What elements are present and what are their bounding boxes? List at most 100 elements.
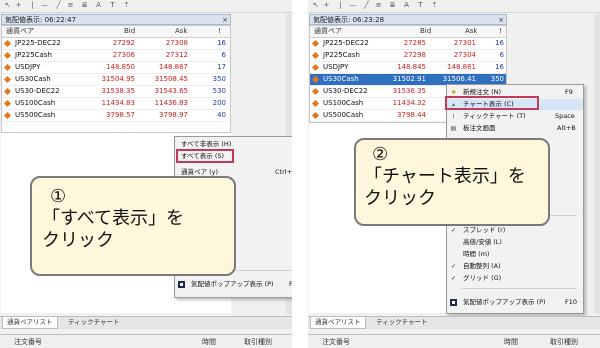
bid-cell: 27285 <box>403 39 426 47</box>
symbol-cell: US500Cash <box>15 111 56 119</box>
col-ask[interactable]: Ask <box>175 26 188 37</box>
terminal-header: 注文番号 時間 取引種別 <box>308 334 600 348</box>
channel-icon[interactable]: ≡ <box>374 1 383 10</box>
tab-tick-chart[interactable]: ティックチャート <box>372 317 432 328</box>
crosshair-icon[interactable]: + <box>322 1 331 10</box>
col-order-no[interactable]: 注文番号 <box>14 337 42 347</box>
cursor-icon[interactable]: ↖ <box>3 1 12 10</box>
arrow-icon[interactable]: ⇡ <box>430 1 439 10</box>
instruction-callout-1: ① 「すべて表示」を クリック <box>30 176 236 276</box>
table-row[interactable]: USDJPY 148.845 148.861 16 <box>310 62 506 74</box>
col-spread[interactable]: ! <box>499 26 502 37</box>
symbol-diamond-icon <box>3 111 12 120</box>
col-type[interactable]: 取引種別 <box>244 337 272 347</box>
callout-text: 「チャート表示」を クリック <box>364 166 526 209</box>
menu-item-grid[interactable]: ✓ グリッド (G) <box>447 273 583 284</box>
trendline-icon[interactable]: ╱ <box>362 1 371 10</box>
table-row[interactable]: JP225-DEC22 27285 27301 16 <box>310 38 506 50</box>
col-time[interactable]: 時間 <box>504 337 518 347</box>
col-symbol[interactable]: 通貨ペア <box>314 26 342 37</box>
table-row[interactable]: US30-DEC22 31538.35 31543.65 530 <box>2 86 230 98</box>
bid-cell: 3798.57 <box>106 111 135 119</box>
check-icon: ✓ <box>450 275 457 282</box>
fibonacci-icon[interactable]: ≣ <box>388 1 397 10</box>
symbol-cell: US30Cash <box>15 75 51 83</box>
callout-text: 「すべて表示」を クリック <box>42 208 185 251</box>
ask-cell: 3798.97 <box>159 111 188 119</box>
crosshair-icon[interactable]: + <box>14 1 23 10</box>
symbol-diamond-icon <box>3 63 12 72</box>
depth-of-market-icon: ▤ <box>450 125 457 132</box>
text-icon[interactable]: A <box>402 1 411 10</box>
right-screenshot: ↖ + | — ╱ ≡ ≣ A T ⇡ 気配値表示: 06:23:28 × 通貨… <box>308 0 600 348</box>
label-icon[interactable]: T <box>108 1 117 10</box>
menu-item-tick-chart[interactable]: ⌇ ティックチャート (T) Space <box>447 111 583 122</box>
table-row[interactable]: US100Cash 11434.83 11436.83 200 <box>2 98 230 110</box>
tick-chart-icon: ⌇ <box>452 113 455 120</box>
bid-cell: 31538.35 <box>101 87 135 95</box>
ask-cell: 27304 <box>453 51 476 59</box>
spread-cell: 16 <box>217 39 226 47</box>
table-row[interactable]: JP225-DEC22 27292 27308 16 <box>2 38 230 50</box>
fibonacci-icon[interactable]: ≣ <box>80 1 89 10</box>
scrollbar[interactable] <box>594 14 600 314</box>
tab-tick-chart[interactable]: ティックチャート <box>64 317 124 328</box>
table-row[interactable]: USDJPY 148.850 148.867 17 <box>2 62 230 74</box>
trendline-icon[interactable]: ╱ <box>54 1 63 10</box>
label-icon[interactable]: T <box>416 1 425 10</box>
symbol-cell: US100Cash <box>323 99 364 107</box>
menu-item-popup-prices[interactable]: ▪ 気配値ポップアップ表示 (P) F10 <box>447 297 583 308</box>
symbol-diamond-icon <box>311 51 320 60</box>
vertical-line-icon[interactable]: | <box>336 1 345 10</box>
horizontal-line-icon[interactable]: — <box>348 1 357 10</box>
ask-cell: 31508.45 <box>154 75 188 83</box>
menu-item-popup-prices[interactable]: ▪ 気配値ポップアップ表示 (P) F10 <box>175 279 292 290</box>
menu-item-time[interactable]: 時間 (m) <box>447 249 583 260</box>
col-ask[interactable]: Ask <box>465 26 478 37</box>
channel-icon[interactable]: ≡ <box>66 1 75 10</box>
horizontal-line-icon[interactable]: — <box>40 1 49 10</box>
bottom-tabs: 通貨ペアリスト ティックチャート <box>308 316 600 329</box>
symbol-diamond-icon <box>311 63 320 72</box>
menu-item-depth-of-market[interactable]: ▤ 板注文画面 Alt+B <box>447 123 583 134</box>
tab-symbol-list[interactable]: 通貨ペアリスト <box>2 317 58 329</box>
col-order-no[interactable]: 注文番号 <box>322 337 350 347</box>
bid-cell: 11434.83 <box>101 99 135 107</box>
menu-item-high-low[interactable]: 高値/安値 (L) <box>447 237 583 248</box>
menu-item-auto-arrange[interactable]: ✓ 自動整列 (A) <box>447 261 583 272</box>
tab-symbol-list[interactable]: 通貨ペアリスト <box>310 317 366 329</box>
table-header: 通貨ペア Bid Ask ! <box>2 26 230 38</box>
symbol-diamond-icon <box>311 39 320 48</box>
vertical-line-icon[interactable]: | <box>28 1 37 10</box>
arrow-icon[interactable]: ⇡ <box>122 1 131 10</box>
col-type[interactable]: 取引種別 <box>550 337 578 347</box>
text-icon[interactable]: A <box>94 1 103 10</box>
table-row[interactable]: JP225Cash 27306 27312 6 <box>2 50 230 62</box>
callout-number: ① <box>50 186 67 207</box>
symbol-cell: US500Cash <box>323 111 364 119</box>
col-spread[interactable]: ! <box>218 26 221 37</box>
col-bid[interactable]: Bid <box>420 26 431 37</box>
col-symbol[interactable]: 通貨ペア <box>6 26 34 37</box>
col-time[interactable]: 時間 <box>202 337 216 347</box>
ask-cell: 27312 <box>165 51 188 59</box>
popup-prices-icon: ▪ <box>178 281 185 288</box>
symbol-cell: US30Cash <box>323 75 359 83</box>
market-watch-title: 気配値表示: 06:23:28 × <box>309 14 507 25</box>
spread-cell: 17 <box>217 63 226 71</box>
col-bid[interactable]: Bid <box>124 26 135 37</box>
toolbar: ↖ + | — ╱ ≡ ≣ A T ⇡ <box>308 0 600 13</box>
instruction-callout-2: ② 「チャート表示」を クリック <box>354 138 550 226</box>
table-row[interactable]: US500Cash 3798.57 3798.97 40 <box>2 110 230 122</box>
popup-prices-icon: ▪ <box>450 299 457 306</box>
highlight-show-all <box>176 149 234 163</box>
table-row[interactable]: US30Cash 31504.95 31508.45 350 <box>2 74 230 86</box>
table-row[interactable]: JP225Cash 27298 27304 6 <box>310 50 506 62</box>
callout-number: ② <box>372 144 389 165</box>
ask-cell: 27308 <box>165 39 188 47</box>
check-icon: ✓ <box>450 227 457 234</box>
symbol-diamond-icon <box>3 39 12 48</box>
menu-item-spread[interactable]: ✓ スプレッド (r) <box>447 225 583 236</box>
spread-cell: 200 <box>212 99 226 107</box>
cursor-icon[interactable]: ↖ <box>311 1 320 10</box>
